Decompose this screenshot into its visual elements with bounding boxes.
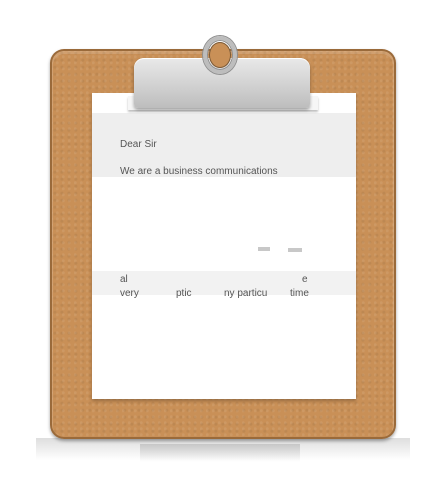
text-fragment: time xyxy=(290,288,309,299)
letter-greeting: Dear Sir xyxy=(120,139,157,150)
redacted-mark xyxy=(288,248,302,252)
text-fragment: al xyxy=(120,274,128,285)
clipboard-widget: Dear Sir We are a business communication… xyxy=(0,0,445,480)
text-fragment: very xyxy=(120,288,139,299)
letter-intro: We are a business communications xyxy=(120,166,278,177)
clip-ring-icon xyxy=(203,36,237,74)
board-reflection-secondary xyxy=(140,444,300,462)
redacted-mark xyxy=(258,247,270,251)
letter-paper: Dear Sir We are a business communication… xyxy=(92,93,356,399)
text-fragment: ny particu xyxy=(224,288,268,299)
text-fragment: e xyxy=(302,274,308,285)
text-fragment: ptic xyxy=(176,288,192,299)
